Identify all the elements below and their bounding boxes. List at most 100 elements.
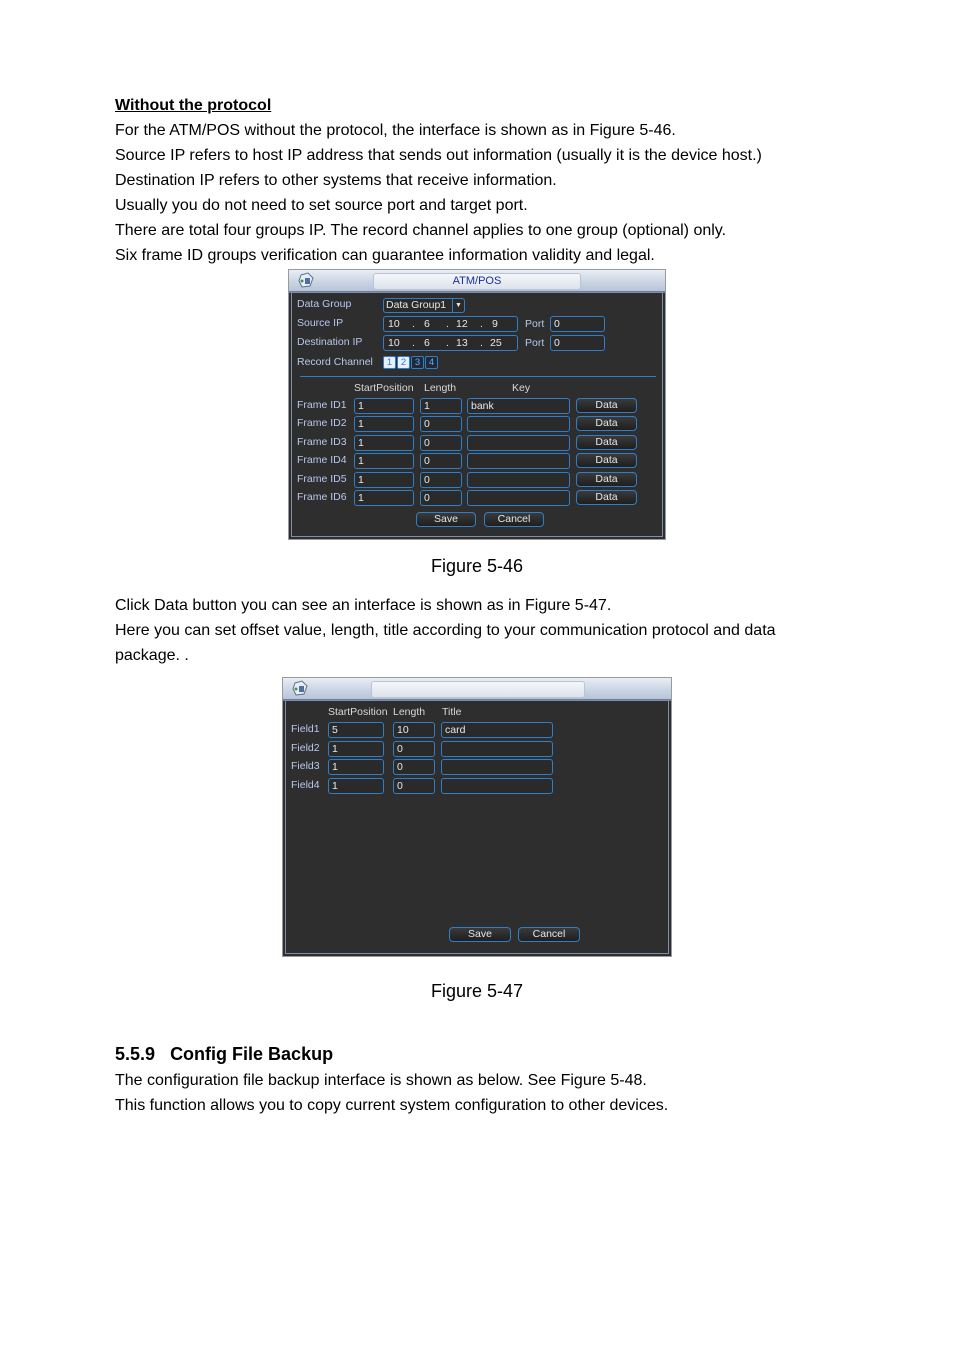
frame-length-field[interactable]: 0 xyxy=(420,453,462,470)
ip-octet[interactable]: 10 xyxy=(388,336,400,350)
ip-octet[interactable]: 9 xyxy=(492,317,498,331)
paragraph-line: package. . xyxy=(115,647,189,664)
frame-length-field[interactable]: 1 xyxy=(420,398,462,414)
figure-caption: Figure 5-46 xyxy=(430,556,524,576)
data-group-label: Data Group xyxy=(297,298,352,310)
field-length-input[interactable]: 10 xyxy=(393,722,435,738)
data-group-select[interactable]: Data Group1 ▼ xyxy=(383,298,465,313)
frame-start-field[interactable]: 1 xyxy=(354,453,414,470)
destination-ip-label: Destination IP xyxy=(297,336,363,348)
frame-data-button[interactable]: Data xyxy=(576,416,637,432)
channel-checkbox-1[interactable]: 1 xyxy=(383,356,396,369)
frame-data-button[interactable]: Data xyxy=(576,434,637,450)
ip-octet[interactable]: 13 xyxy=(456,336,468,350)
frame-key-field[interactable]: bank xyxy=(467,398,570,414)
ip-octet[interactable]: 12 xyxy=(456,317,468,331)
column-header-start: StartPosition xyxy=(354,382,414,394)
destination-port-field[interactable]: 0 xyxy=(550,335,605,351)
frame-start-field[interactable]: 1 xyxy=(354,471,414,488)
app-logo-icon xyxy=(292,680,308,696)
frame-id-label: Frame ID1 xyxy=(297,399,347,411)
channel-checkbox-4[interactable]: 4 xyxy=(425,356,438,369)
data-group-value: Data Group1 xyxy=(386,299,447,311)
dialog-title-bar: ATM/POS xyxy=(289,270,665,293)
frame-id-label: Frame ID2 xyxy=(297,417,347,430)
frame-data-button[interactable]: Data xyxy=(576,490,637,505)
frame-key-field[interactable] xyxy=(467,453,570,470)
field-title-input[interactable] xyxy=(441,759,553,775)
channel-checkbox-2[interactable]: 2 xyxy=(397,356,410,369)
source-ip-field[interactable]: 10 . 6 . 12 . 9 xyxy=(383,316,518,332)
atm-pos-dialog: ATM/POS Data Group Data Group1 ▼ Source … xyxy=(288,269,666,540)
cancel-button[interactable]: Cancel xyxy=(484,512,544,527)
source-port-field[interactable]: 0 xyxy=(550,316,605,332)
field-start-input[interactable]: 1 xyxy=(328,759,384,775)
dialog-title-bar xyxy=(283,678,671,701)
frame-start-field[interactable]: 1 xyxy=(354,490,414,506)
cancel-button[interactable]: Cancel xyxy=(518,927,580,942)
frame-start-field[interactable]: 1 xyxy=(354,434,414,451)
subheading-without-protocol: Without the protocol xyxy=(115,97,272,114)
section-number: 5.5.9 xyxy=(115,1044,156,1064)
paragraph-line: Click Data button you can see an interfa… xyxy=(115,597,612,614)
paragraph-line: Destination IP refers to other systems t… xyxy=(115,172,557,189)
frame-start-field[interactable]: 1 xyxy=(354,416,414,433)
divider xyxy=(300,376,656,377)
paragraph-line: There are total four groups IP. The reco… xyxy=(115,222,727,239)
paragraph-line: The configuration file backup interface … xyxy=(115,1072,647,1089)
field-title-input[interactable] xyxy=(441,740,553,757)
column-header-length: Length xyxy=(424,382,457,394)
dialog-body: StartPosition Length Title Field1 5 10 c… xyxy=(285,700,669,954)
frame-data-button[interactable]: Data xyxy=(576,398,637,413)
dialog-title-tab xyxy=(371,681,585,698)
field-length-input[interactable]: 0 xyxy=(393,777,435,794)
field-label: Field1 xyxy=(291,723,320,735)
frame-length-field[interactable]: 0 xyxy=(420,434,462,451)
data-fields-dialog: StartPosition Length Title Field1 5 10 c… xyxy=(282,677,672,957)
paragraph-line: Source IP refers to host IP address that… xyxy=(115,147,762,164)
ip-octet[interactable]: 10 xyxy=(388,317,400,331)
field-start-input[interactable]: 1 xyxy=(328,740,384,757)
frame-id-label: Frame ID3 xyxy=(297,435,347,448)
paragraph-line: Six frame ID groups verification can gua… xyxy=(115,247,655,264)
ip-octet[interactable]: 6 xyxy=(424,336,430,350)
column-header-length: Length xyxy=(393,706,426,718)
ip-octet[interactable]: 25 xyxy=(490,336,502,350)
source-port-label: Port xyxy=(525,318,545,330)
frame-length-field[interactable]: 0 xyxy=(420,490,462,506)
destination-ip-field[interactable]: 10 . 6 . 13 . 25 xyxy=(383,335,518,351)
field-length-input[interactable]: 0 xyxy=(393,759,435,775)
field-start-input[interactable]: 5 xyxy=(328,722,384,738)
frame-data-button[interactable]: Data xyxy=(576,471,637,487)
save-button[interactable]: Save xyxy=(449,927,511,942)
column-header-title: Title xyxy=(442,706,462,718)
field-title-input[interactable]: card xyxy=(441,722,553,738)
save-button[interactable]: Save xyxy=(416,512,476,527)
frame-length-field[interactable]: 0 xyxy=(420,471,462,488)
frame-key-field[interactable] xyxy=(467,416,570,433)
paragraph-line: This function allows you to copy current… xyxy=(115,1097,669,1114)
paragraph-line: Here you can set offset value, length, t… xyxy=(115,622,776,639)
channel-checkbox-3[interactable]: 3 xyxy=(411,356,424,369)
frame-id-label: Frame ID5 xyxy=(297,472,347,485)
frame-key-field[interactable] xyxy=(467,471,570,488)
frame-key-field[interactable] xyxy=(467,434,570,451)
field-length-input[interactable]: 0 xyxy=(393,740,435,757)
frame-id-label: Frame ID6 xyxy=(297,491,347,503)
frame-key-field[interactable] xyxy=(467,490,570,506)
field-start-input[interactable]: 1 xyxy=(328,777,384,794)
frame-data-button[interactable]: Data xyxy=(576,453,637,469)
paragraph-line: Usually you do not need to set source po… xyxy=(115,197,528,214)
figure-caption: Figure 5-47 xyxy=(430,981,524,1001)
column-header-key: Key xyxy=(512,382,531,394)
ip-octet[interactable]: 6 xyxy=(424,317,430,331)
column-header-start: StartPosition xyxy=(328,706,388,718)
section-title: Config File Backup xyxy=(170,1044,334,1064)
field-title-input[interactable] xyxy=(441,777,553,794)
chevron-down-icon[interactable]: ▼ xyxy=(452,299,464,312)
source-ip-label: Source IP xyxy=(297,317,344,329)
frame-start-field[interactable]: 1 xyxy=(354,398,414,414)
frame-length-field[interactable]: 0 xyxy=(420,416,462,433)
field-label: Field2 xyxy=(291,741,320,754)
dialog-body: Data Group Data Group1 ▼ Source IP 10 . … xyxy=(291,292,663,537)
